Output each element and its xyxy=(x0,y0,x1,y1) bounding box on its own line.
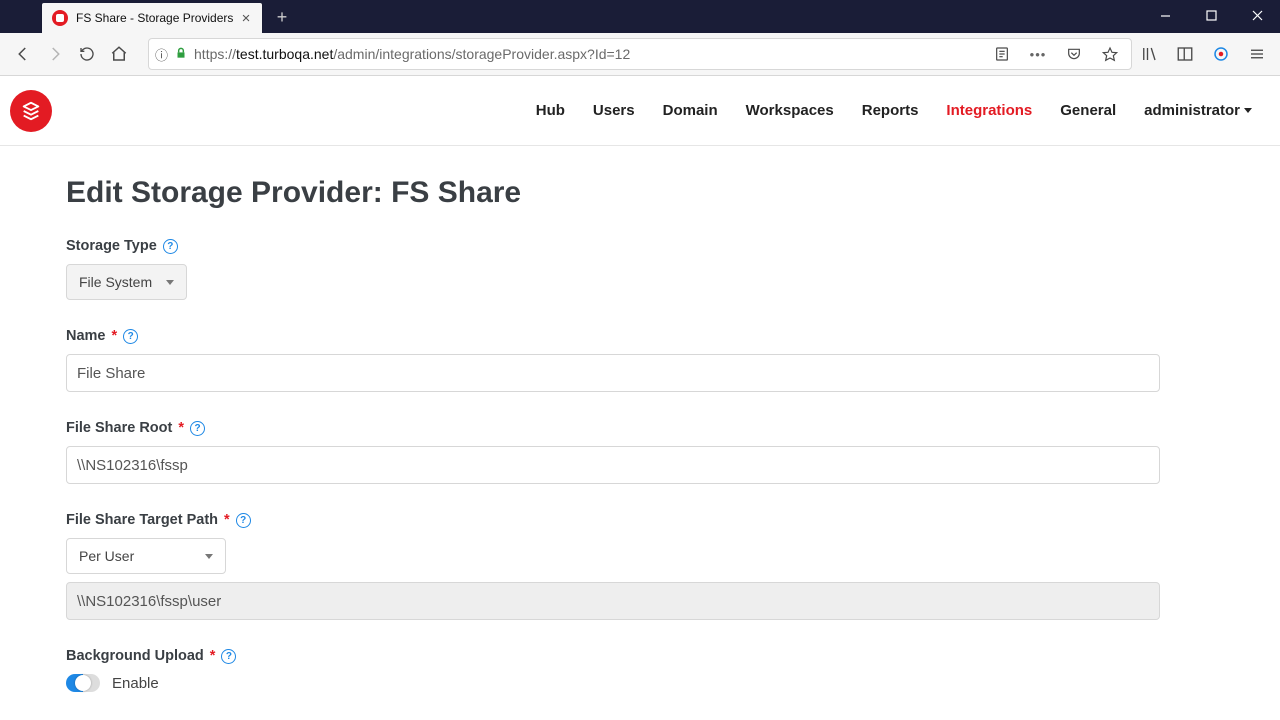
enable-label: Enable xyxy=(112,675,159,692)
root-input[interactable] xyxy=(66,446,1160,484)
root-label: File Share Root xyxy=(66,420,172,436)
tab-favicon xyxy=(52,10,68,26)
tab-title: FS Share - Storage Providers xyxy=(76,11,238,25)
nav-home-button[interactable] xyxy=(104,39,134,69)
page-content: Edit Storage Provider: FS Share Storage … xyxy=(0,146,1280,720)
field-background-upload: Background Upload * ? Enable xyxy=(66,648,1160,692)
page-actions-icon[interactable]: ••• xyxy=(1023,39,1053,69)
address-bar[interactable]: ⓘ https://test.turboqa.net/admin/integra… xyxy=(148,38,1132,70)
nav-workspaces[interactable]: Workspaces xyxy=(746,102,834,119)
field-name: Name * ? xyxy=(66,328,1160,392)
name-label: Name xyxy=(66,328,106,344)
nav-forward-button xyxy=(40,39,70,69)
nav-general[interactable]: General xyxy=(1060,102,1116,119)
window-minimize-button[interactable] xyxy=(1142,0,1188,30)
required-marker: * xyxy=(210,648,216,664)
window-maximize-button[interactable] xyxy=(1188,0,1234,30)
nav-reports[interactable]: Reports xyxy=(862,102,919,119)
url-host: test.turboqa.net xyxy=(236,46,333,62)
lock-icon[interactable] xyxy=(174,46,188,63)
nav-domain[interactable]: Domain xyxy=(663,102,718,119)
url-path: /admin/integrations/storageProvider.aspx… xyxy=(333,46,630,62)
bookmark-star-icon[interactable] xyxy=(1095,39,1125,69)
target-path-input xyxy=(66,582,1160,620)
nav-back-button[interactable] xyxy=(8,39,38,69)
help-icon[interactable]: ? xyxy=(190,421,205,436)
url-text: https://test.turboqa.net/admin/integrati… xyxy=(194,46,981,62)
field-target-path: File Share Target Path * ? Per User xyxy=(66,512,1160,620)
storage-type-value: File System xyxy=(79,274,152,290)
help-icon[interactable]: ? xyxy=(236,513,251,528)
window-titlebar: FS Share - Storage Providers × + xyxy=(0,0,1280,33)
nav-user-label: administrator xyxy=(1144,102,1240,119)
library-icon[interactable] xyxy=(1134,39,1164,69)
reader-mode-icon[interactable] xyxy=(987,39,1017,69)
required-marker: * xyxy=(224,512,230,528)
target-mode-value: Per User xyxy=(79,548,134,564)
help-icon[interactable]: ? xyxy=(221,649,236,664)
new-tab-button[interactable]: + xyxy=(268,3,296,31)
target-label: File Share Target Path xyxy=(66,512,218,528)
browser-toolbar: ⓘ https://test.turboqa.net/admin/integra… xyxy=(0,33,1280,76)
browser-tab[interactable]: FS Share - Storage Providers × xyxy=(42,3,262,33)
chevron-down-icon xyxy=(166,280,174,285)
nav-reload-button[interactable] xyxy=(72,39,102,69)
page-scroll-area[interactable]: Hub Users Domain Workspaces Reports Inte… xyxy=(0,76,1280,720)
pocket-icon[interactable] xyxy=(1059,39,1089,69)
nav-user-menu[interactable]: administrator xyxy=(1144,102,1252,119)
help-icon[interactable]: ? xyxy=(123,329,138,344)
bg-label: Background Upload xyxy=(66,648,204,664)
app-header: Hub Users Domain Workspaces Reports Inte… xyxy=(0,76,1280,146)
field-storage-type: Storage Type ? File System xyxy=(66,238,1160,300)
tab-close-icon[interactable]: × xyxy=(238,10,254,26)
nav-hub[interactable]: Hub xyxy=(536,102,565,119)
extension-icon[interactable] xyxy=(1206,39,1236,69)
main-nav: Hub Users Domain Workspaces Reports Inte… xyxy=(536,102,1252,119)
nav-integrations[interactable]: Integrations xyxy=(946,102,1032,119)
chevron-down-icon xyxy=(205,554,213,559)
required-marker: * xyxy=(112,328,118,344)
help-icon[interactable]: ? xyxy=(163,239,178,254)
nav-users[interactable]: Users xyxy=(593,102,635,119)
app-menu-icon[interactable] xyxy=(1242,39,1272,69)
name-input[interactable] xyxy=(66,354,1160,392)
window-controls xyxy=(1142,0,1280,30)
storage-type-select[interactable]: File System xyxy=(66,264,187,300)
page-title: Edit Storage Provider: FS Share xyxy=(66,176,1160,210)
target-mode-select[interactable]: Per User xyxy=(66,538,226,574)
site-info-icon[interactable]: ⓘ xyxy=(155,45,168,64)
chevron-down-icon xyxy=(1244,108,1252,113)
app-logo[interactable] xyxy=(10,90,52,132)
url-scheme: https:// xyxy=(194,46,236,62)
storage-type-label: Storage Type xyxy=(66,238,157,254)
required-marker: * xyxy=(178,420,184,436)
enable-toggle[interactable] xyxy=(66,674,100,692)
window-close-button[interactable] xyxy=(1234,0,1280,30)
sidebar-icon[interactable] xyxy=(1170,39,1200,69)
field-file-share-root: File Share Root * ? xyxy=(66,420,1160,484)
